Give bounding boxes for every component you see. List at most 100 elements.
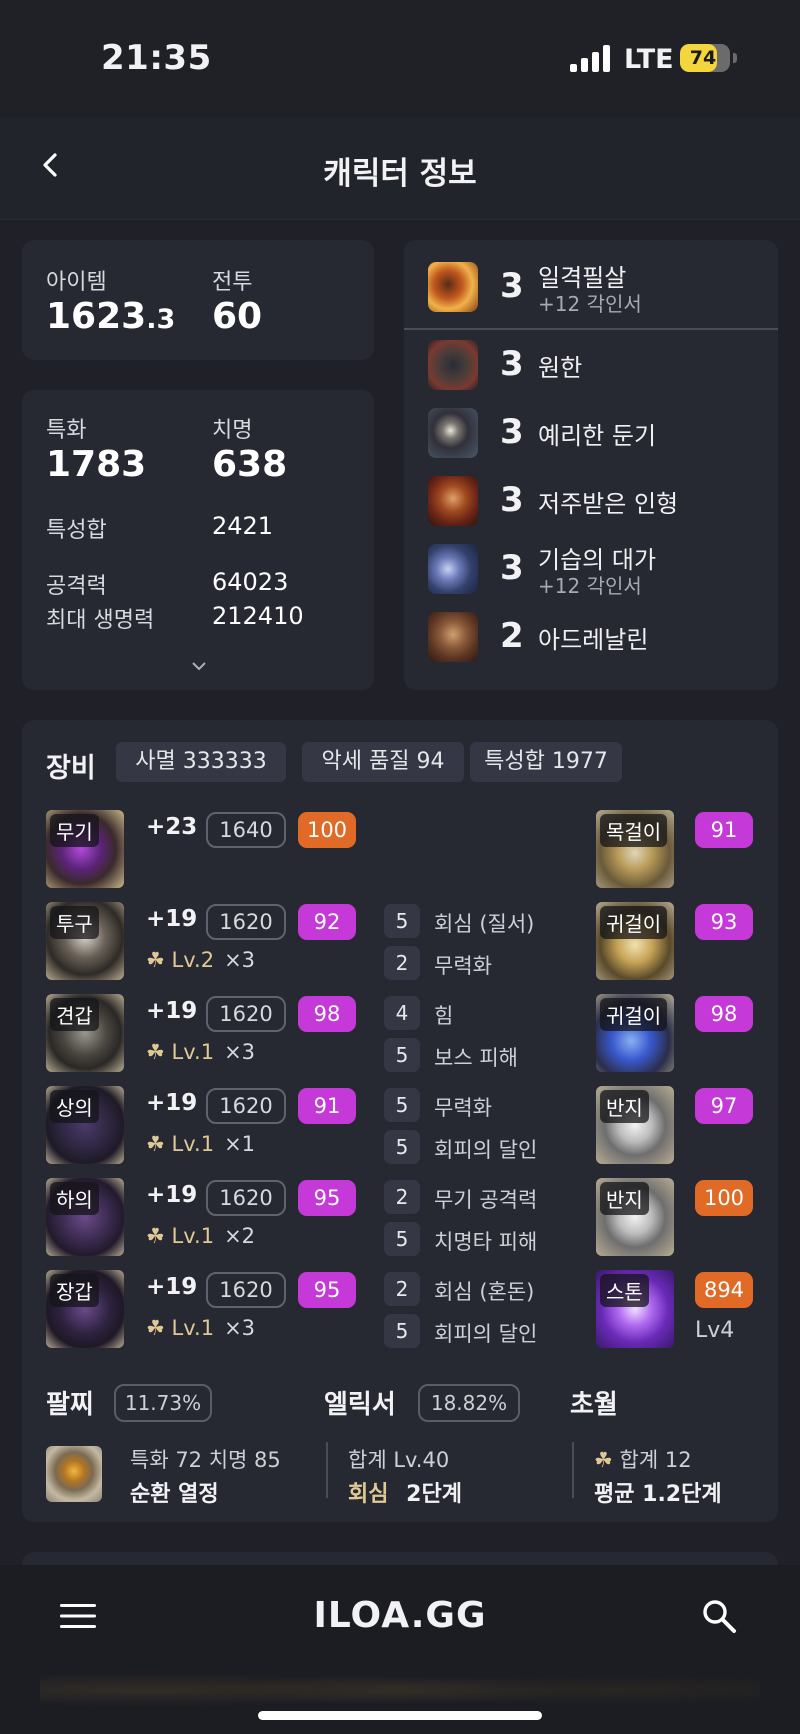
network-label: LTE	[624, 44, 674, 75]
gear-slot[interactable]: 투구	[46, 902, 124, 980]
gear-refine: +19	[146, 1090, 198, 1116]
chip-accessory-quality: 악세 품질 94	[302, 742, 464, 782]
accessory-quality: 97	[695, 1088, 753, 1124]
accessory-slot[interactable]: 귀걸이	[596, 902, 674, 980]
home-indicator	[258, 1711, 542, 1720]
accessory-quality: 894	[695, 1272, 753, 1308]
max-hp-value: 212410	[212, 602, 304, 630]
gear-transcend: ☘ Lv.1 ×2	[146, 1224, 256, 1248]
combat-level-value: 60	[212, 296, 263, 337]
battery-icon: 74	[680, 44, 730, 72]
attack-label: 공격력	[46, 574, 107, 599]
accessory-quality: 100	[695, 1180, 753, 1216]
elixir-effect: 회심	[348, 1482, 389, 1507]
accessory-slot-label: 스톤	[600, 1274, 649, 1307]
gear-slot[interactable]: 무기	[46, 810, 124, 888]
engravings-card: 3 일격필살 +12 각인서 3 원한 3 예리한 둔기 3 저주받은 인형 3 기습의 대가 +12…	[404, 240, 778, 690]
gear-item-level: 1620	[206, 904, 286, 940]
search-icon[interactable]	[700, 1597, 738, 1635]
item-level-label: 아이템	[46, 270, 107, 295]
effect-name: 무력화	[434, 954, 492, 978]
gear-slot[interactable]: 상의	[46, 1086, 124, 1164]
gear-slot[interactable]: 견갑	[46, 994, 124, 1072]
engraving-level: 3	[500, 548, 524, 588]
bottom-nav: ILOA.GG	[0, 1565, 800, 1734]
gear-slot[interactable]: 하의	[46, 1178, 124, 1256]
engraving-level: 3	[500, 266, 524, 306]
engraving-row[interactable]: 3 일격필살 +12 각인서	[404, 258, 784, 318]
stone-level: Lv4	[695, 1318, 735, 1343]
gear-slot[interactable]: 장갑	[46, 1270, 124, 1348]
top-bar: 캐릭터 정보	[0, 118, 800, 220]
engraving-name: 예리한 둔기	[538, 422, 657, 450]
gear-slot-label: 상의	[50, 1090, 99, 1123]
stats-card: 특화 1783 치명 638 특성합 2421 공격력 64023 최대 생명력…	[22, 390, 374, 690]
transcend-title: 초월	[570, 1390, 618, 1420]
engraving-row[interactable]: 3 예리한 둔기	[404, 404, 784, 464]
effect-level: 5	[384, 904, 420, 938]
accessory-slot[interactable]: 스톤	[596, 1270, 674, 1348]
accessory-slot-label: 귀걸이	[600, 998, 668, 1031]
gear-slot-label: 견갑	[50, 998, 99, 1031]
gear-transcend: ☘ Lv.1 ×3	[146, 1040, 256, 1064]
doll-icon	[428, 476, 478, 526]
engraving-name: 저주받은 인형	[538, 490, 679, 518]
signal-icon	[570, 44, 610, 72]
gear-transcend: ☘ Lv.2 ×3	[146, 948, 256, 972]
transcend-icon: ☘	[146, 1132, 165, 1156]
combat-level-label: 전투	[212, 270, 253, 295]
accessory-slot[interactable]: 반지	[596, 1178, 674, 1256]
engraving-book: +12 각인서	[538, 292, 642, 316]
engraving-book: +12 각인서	[538, 574, 642, 598]
engraving-row[interactable]: 2 아드레날린	[404, 608, 784, 668]
engraving-level: 3	[500, 412, 524, 452]
adrenaline-icon	[428, 612, 478, 662]
site-logo[interactable]: ILOA.GG	[0, 1595, 800, 1636]
gear-refine: +23	[146, 814, 198, 840]
effect-level: 5	[384, 1314, 420, 1348]
accessory-slot[interactable]: 귀걸이	[596, 994, 674, 1072]
gear-refine: +19	[146, 998, 198, 1024]
item-level-value: 1623.3	[46, 296, 176, 337]
gear-item-level: 1620	[206, 1272, 286, 1308]
gear-quality: 95	[298, 1272, 356, 1308]
transcend-icon: ☘	[146, 1040, 165, 1064]
gear-quality: 98	[298, 996, 356, 1032]
bracelet-icon[interactable]	[46, 1446, 102, 1502]
gear-slot-label: 무기	[50, 814, 99, 847]
transcend-average: 평균 1.2단계	[594, 1482, 722, 1507]
effect-level: 5	[384, 1222, 420, 1256]
status-bar: 21:35 LTE 74	[0, 0, 800, 118]
effect-level: 4	[384, 996, 420, 1030]
engraving-row[interactable]: 3 기습의 대가 +12 각인서	[404, 540, 784, 600]
gear-item-level: 1620	[206, 996, 286, 1032]
chip-set: 사멸 333333	[116, 742, 286, 782]
attack-value: 64023	[212, 568, 289, 596]
effect-name: 회피의 달인	[434, 1322, 538, 1346]
page-title: 캐릭터 정보	[323, 156, 477, 192]
engraving-row[interactable]: 3 원한	[404, 336, 784, 396]
effect-name: 힘	[434, 1004, 454, 1028]
accessory-slot[interactable]: 목걸이	[596, 810, 674, 888]
effect-name: 치명타 피해	[434, 1230, 538, 1254]
elixir-stage: 2단계	[406, 1482, 462, 1507]
gear-quality: 91	[298, 1088, 356, 1124]
level-card: 아이템 1623.3 전투 60	[22, 240, 374, 360]
transcend-total: ☘ 합계 12	[594, 1448, 692, 1472]
effect-name: 보스 피해	[434, 1046, 518, 1070]
spec-value: 1783	[46, 444, 147, 485]
expand-chevron-icon[interactable]	[191, 660, 207, 672]
bracelet-percent: 11.73%	[114, 1384, 212, 1422]
equipment-card: 장비 사멸 333333 악세 품질 94 특성합 1977 무기 +23 1640…	[22, 720, 778, 1522]
effect-level: 5	[384, 1088, 420, 1122]
effect-level: 2	[384, 946, 420, 980]
engraving-row[interactable]: 3 저주받은 인형	[404, 472, 784, 532]
effect-level: 2	[384, 1180, 420, 1214]
gear-refine: +19	[146, 1182, 198, 1208]
effect-level: 2	[384, 1272, 420, 1306]
screen: 21:35 LTE 74 캐릭터 정보 아이템 1623.3 전투 60 특화 …	[0, 0, 800, 1734]
engraving-level: 2	[500, 616, 524, 656]
effect-name: 무력화	[434, 1096, 492, 1120]
accessory-slot[interactable]: 반지	[596, 1086, 674, 1164]
elixir-percent: 18.82%	[418, 1384, 520, 1422]
